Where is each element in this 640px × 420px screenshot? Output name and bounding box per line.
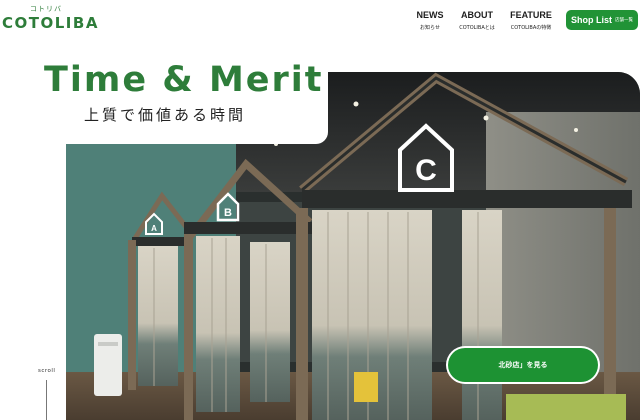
booth-b-letter: B — [224, 207, 232, 219]
nav-feature-sublabel: COTOLIBAの特徴 — [510, 25, 552, 31]
shop-list-sublabel: 店舗一覧 — [615, 18, 633, 23]
hero-subtitle: 上質で価値ある時間 — [84, 106, 247, 124]
booth-c-letter: C — [415, 154, 437, 187]
hero-title-plate: Time & Merit 上質で価値ある時間 — [38, 56, 328, 144]
shop-list-label: Shop List — [571, 15, 612, 25]
nav-about-label: ABOUT — [461, 10, 493, 20]
logo-wordmark: COTOLIBA — [2, 14, 99, 32]
site-logo[interactable]: コトリバ COTOLIBA — [2, 4, 97, 32]
scroll-line — [46, 380, 47, 420]
nav-item-about[interactable]: ABOUT COTOLIBAとは — [456, 10, 498, 31]
scroll-label: scroll — [38, 368, 56, 374]
nav-news-sublabel: お知らせ — [420, 25, 440, 31]
nav-item-news[interactable]: NEWS お知らせ — [414, 10, 446, 31]
scroll-indicator[interactable]: scroll — [38, 368, 58, 420]
booth-a-letter: A — [151, 224, 157, 233]
shop-list-button[interactable]: Shop List 店舗一覧 — [566, 10, 638, 30]
nav-feature-label: FEATURE — [510, 10, 552, 20]
logo-ruby-text: コトリバ — [30, 5, 62, 13]
hero-title: Time & Merit — [44, 60, 324, 100]
nav-item-feature[interactable]: FEATURE COTOLIBAの特徴 — [508, 10, 554, 31]
nav-news-label: NEWS — [416, 10, 444, 20]
nav-about-sublabel: COTOLIBAとは — [459, 25, 495, 31]
view-store-button[interactable]: 北砂店」を見る — [448, 348, 598, 382]
